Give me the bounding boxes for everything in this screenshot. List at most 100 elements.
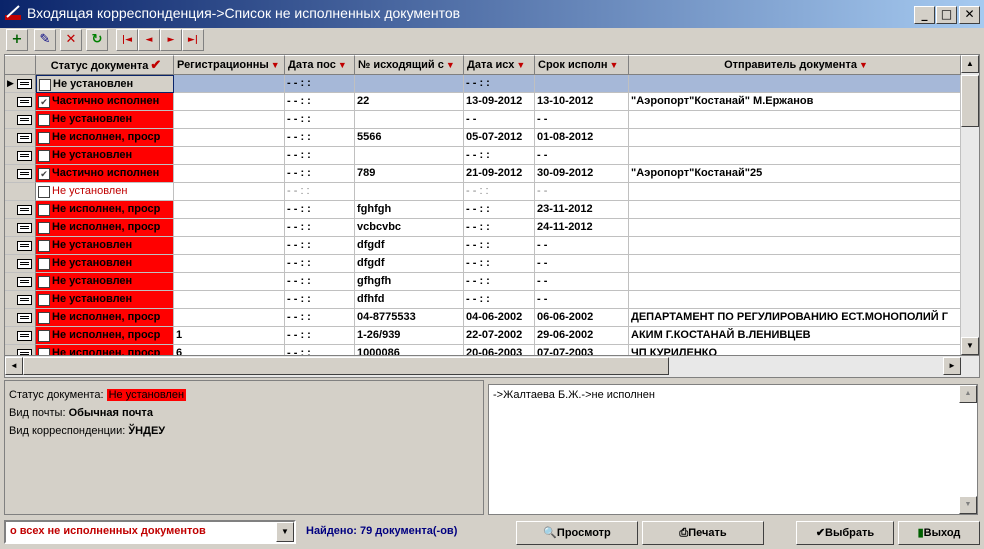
cell-deadline[interactable] — [535, 75, 629, 93]
cell-outgoing-number[interactable] — [355, 75, 464, 93]
cell-sender[interactable] — [629, 183, 961, 201]
cell-reg-number[interactable] — [174, 273, 285, 291]
status-checkbox[interactable]: ✔ — [38, 168, 50, 180]
cell-sender[interactable]: ДЕПАРТАМЕНТ ПО РЕГУЛИРОВАНИЮ ЕСТ.МОНОПОЛ… — [629, 309, 961, 327]
cell-outgoing-number[interactable]: 04-8775533 — [355, 309, 464, 327]
cell-date-outgoing[interactable]: - - : : — [464, 291, 535, 309]
cell-status[interactable]: Не установлен — [36, 291, 174, 309]
horizontal-scroll-thumb[interactable] — [23, 357, 669, 375]
cell-status[interactable]: Не исполнен, проср — [36, 219, 174, 237]
cell-outgoing-number[interactable]: gfhgfh — [355, 273, 464, 291]
status-checkbox[interactable]: ✔ — [38, 96, 50, 108]
minimize-button[interactable]: _ — [914, 6, 935, 24]
scroll-down-icon[interactable]: ▼ — [961, 337, 979, 355]
cell-sender[interactable]: "Аэропорт"Костанай"25 — [629, 165, 961, 183]
row-indicator[interactable] — [5, 237, 36, 255]
header-reg-number[interactable]: Регистрационны ▼ — [174, 55, 285, 75]
cell-date-outgoing[interactable]: - - : : — [464, 147, 535, 165]
header-status[interactable]: Статус документа ✔ — [36, 55, 174, 75]
cell-sender[interactable] — [629, 111, 961, 129]
next-record-button[interactable]: ► — [160, 29, 182, 51]
status-checkbox[interactable] — [38, 204, 50, 216]
cell-date-received[interactable]: - - : : — [285, 183, 355, 201]
cell-outgoing-number[interactable]: 789 — [355, 165, 464, 183]
select-button[interactable]: ✔Выбрать — [796, 521, 894, 545]
horizontal-scrollbar-track[interactable]: ◄ ► — [4, 356, 980, 378]
table-row[interactable]: Не исполнен, проср - - : : vcbcvbc - - : … — [5, 219, 961, 237]
refresh-button[interactable]: ↻ — [86, 29, 108, 51]
table-row[interactable]: Не установлен - - : : dfhfd - - : : - - — [5, 291, 961, 309]
scroll-right-icon[interactable]: ► — [943, 357, 961, 375]
cell-status[interactable]: Не установлен — [36, 147, 174, 165]
cell-deadline[interactable]: - - — [535, 111, 629, 129]
row-indicator[interactable] — [5, 183, 36, 201]
close-button[interactable]: ✕ — [959, 6, 980, 24]
cell-deadline[interactable]: 01-08-2012 — [535, 129, 629, 147]
table-row[interactable]: Не исполнен, проср - - : :04-8775533 04-0… — [5, 309, 961, 327]
cell-reg-number[interactable]: 1 — [174, 327, 285, 345]
header-sender[interactable]: Отправитель документа ▼ — [629, 55, 961, 75]
status-checkbox[interactable] — [38, 348, 50, 355]
cell-reg-number[interactable] — [174, 309, 285, 327]
preview-button[interactable]: 🔍Просмотр — [516, 521, 638, 545]
table-row[interactable]: Не установлен - - : : dfgdf - - : : - - — [5, 237, 961, 255]
exit-button[interactable]: ▮Выход — [898, 521, 980, 545]
cell-date-received[interactable]: - - : : — [285, 219, 355, 237]
cell-reg-number[interactable] — [174, 165, 285, 183]
cell-deadline[interactable]: - - — [535, 183, 629, 201]
cell-date-received[interactable]: - - : : — [285, 255, 355, 273]
table-row[interactable]: ▶ Не установлен - - : : - - : : — [5, 75, 961, 93]
cell-outgoing-number[interactable] — [355, 111, 464, 129]
cell-reg-number[interactable] — [174, 291, 285, 309]
row-indicator[interactable] — [5, 93, 36, 111]
cell-status[interactable]: Не установлен — [36, 255, 174, 273]
row-indicator[interactable] — [5, 255, 36, 273]
cell-date-outgoing[interactable]: - - : : — [464, 255, 535, 273]
memo-scroll-up-icon[interactable]: ▲ — [959, 385, 977, 403]
table-row[interactable]: Не установлен - - : : - - : : - - — [5, 183, 961, 201]
header-outgoing-number[interactable]: № исходящий с ▼ — [355, 55, 464, 75]
row-indicator[interactable] — [5, 129, 36, 147]
cell-reg-number[interactable] — [174, 129, 285, 147]
status-checkbox[interactable] — [38, 276, 50, 288]
cell-status[interactable]: Не установлен — [36, 183, 174, 201]
cell-outgoing-number[interactable] — [355, 183, 464, 201]
cell-date-outgoing[interactable]: 20-06-2003 — [464, 345, 535, 355]
cell-reg-number[interactable] — [174, 237, 285, 255]
cell-date-received[interactable]: - - : : — [285, 93, 355, 111]
cell-date-outgoing[interactable]: - - : : — [464, 201, 535, 219]
cell-status[interactable]: ✔ Частично исполнен — [36, 93, 174, 111]
table-row[interactable]: Не установлен - - : : - - - - — [5, 111, 961, 129]
cell-outgoing-number[interactable]: 1-26/939 — [355, 327, 464, 345]
cell-date-received[interactable]: - - : : — [285, 201, 355, 219]
table-row[interactable]: Не установлен - - : : gfhgfh - - : : - - — [5, 273, 961, 291]
cell-deadline[interactable]: - - — [535, 147, 629, 165]
chevron-down-icon[interactable]: ▼ — [276, 522, 294, 542]
cell-sender[interactable] — [629, 75, 961, 93]
cell-date-received[interactable]: - - : : — [285, 345, 355, 355]
cell-reg-number[interactable] — [174, 255, 285, 273]
cell-reg-number[interactable] — [174, 183, 285, 201]
status-checkbox[interactable] — [38, 258, 50, 270]
table-row[interactable]: Не установлен - - : : - - : : - - — [5, 147, 961, 165]
cell-date-received[interactable]: - - : : — [285, 273, 355, 291]
cell-outgoing-number[interactable]: dfhfd — [355, 291, 464, 309]
row-indicator[interactable] — [5, 111, 36, 129]
cell-date-outgoing[interactable]: - - : : — [464, 75, 535, 93]
cell-date-outgoing[interactable]: - - : : — [464, 219, 535, 237]
cell-outgoing-number[interactable] — [355, 147, 464, 165]
table-row[interactable]: ✔ Частично исполнен - - : :22 13-09-2012 13… — [5, 93, 961, 111]
table-row[interactable]: Не установлен - - : : dfgdf - - : : - - — [5, 255, 961, 273]
status-checkbox[interactable] — [38, 132, 50, 144]
header-date-outgoing[interactable]: Дата исх ▼ — [464, 55, 535, 75]
cell-status[interactable]: Не установлен — [36, 75, 174, 93]
cell-date-outgoing[interactable]: 21-09-2012 — [464, 165, 535, 183]
cell-outgoing-number[interactable]: 1000086 — [355, 345, 464, 355]
cell-deadline[interactable]: - - — [535, 255, 629, 273]
row-indicator[interactable] — [5, 291, 36, 309]
cell-reg-number[interactable] — [174, 75, 285, 93]
cell-outgoing-number[interactable]: fghfgh — [355, 201, 464, 219]
row-indicator[interactable]: ▶ — [5, 75, 36, 93]
cell-deadline[interactable]: 23-11-2012 — [535, 201, 629, 219]
cell-reg-number[interactable] — [174, 111, 285, 129]
